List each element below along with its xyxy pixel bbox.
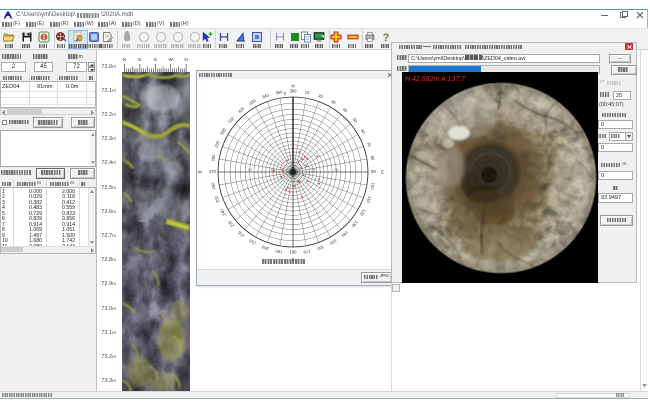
svg-text:180: 180: [290, 250, 298, 255]
svg-text:?: ?: [382, 32, 389, 43]
svg-text:200: 200: [261, 244, 270, 251]
svg-text:90: 90: [371, 169, 376, 174]
svg-text:310: 310: [227, 115, 236, 124]
svg-text:H:42.682m A:137.7: H:42.682m A:137.7: [405, 76, 466, 83]
svg-text:230: 230: [226, 219, 235, 228]
svg-text:190: 190: [274, 249, 282, 255]
svg-text:270: 270: [209, 169, 217, 174]
svg-text:280: 280: [210, 153, 216, 161]
svg-text:150: 150: [329, 238, 338, 246]
svg-text:170: 170: [303, 249, 311, 255]
svg-text:140: 140: [340, 230, 349, 239]
svg-text:40: 40: [342, 107, 349, 114]
svg-text:E: E: [381, 170, 384, 175]
svg-text:0: 0: [284, 91, 287, 96]
svg-text:120: 120: [359, 208, 367, 217]
svg-text:250: 250: [213, 195, 220, 204]
svg-text:100: 100: [370, 182, 376, 190]
svg-text:80: 80: [370, 155, 376, 161]
svg-text:260: 260: [210, 182, 216, 190]
svg-text:60: 60: [311, 168, 315, 172]
svg-text:30: 30: [330, 99, 337, 106]
svg-text:330: 330: [248, 98, 257, 106]
svg-text:10: 10: [304, 89, 310, 95]
svg-text:350: 350: [275, 89, 283, 95]
svg-text:210: 210: [248, 238, 257, 246]
svg-text:60: 60: [360, 128, 367, 135]
svg-text:N: N: [291, 84, 294, 89]
svg-text:290: 290: [213, 140, 220, 149]
svg-text:20: 20: [318, 93, 325, 100]
svg-text:30: 30: [334, 168, 338, 172]
svg-text:50: 50: [352, 117, 359, 124]
svg-text:30: 30: [248, 168, 252, 172]
svg-text:W: W: [198, 170, 203, 175]
svg-text:300: 300: [219, 127, 227, 136]
svg-text:340: 340: [261, 92, 270, 99]
svg-text:320: 320: [237, 105, 246, 114]
svg-text:240: 240: [219, 208, 227, 217]
svg-text:220: 220: [236, 229, 245, 238]
svg-text:130: 130: [350, 220, 359, 229]
svg-text:70: 70: [366, 141, 373, 148]
svg-text:160: 160: [316, 244, 325, 251]
svg-text:360: 360: [290, 89, 298, 94]
svg-text:110: 110: [365, 196, 372, 205]
